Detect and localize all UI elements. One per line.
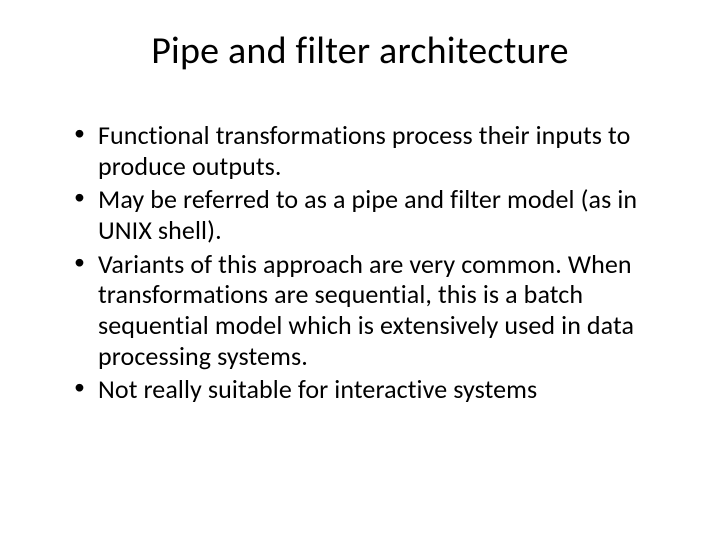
bullet-item: Functional transformations process their… (74, 120, 672, 181)
slide-title: Pipe and filter architecture (48, 28, 672, 74)
bullet-item: Variants of this approach are very commo… (74, 249, 672, 372)
slide: Pipe and filter architecture Functional … (0, 0, 720, 540)
bullet-item: Not really suitable for interactive syst… (74, 374, 672, 405)
slide-body: Functional transformations process their… (48, 120, 672, 405)
bullet-item: May be referred to as a pipe and filter … (74, 184, 672, 245)
